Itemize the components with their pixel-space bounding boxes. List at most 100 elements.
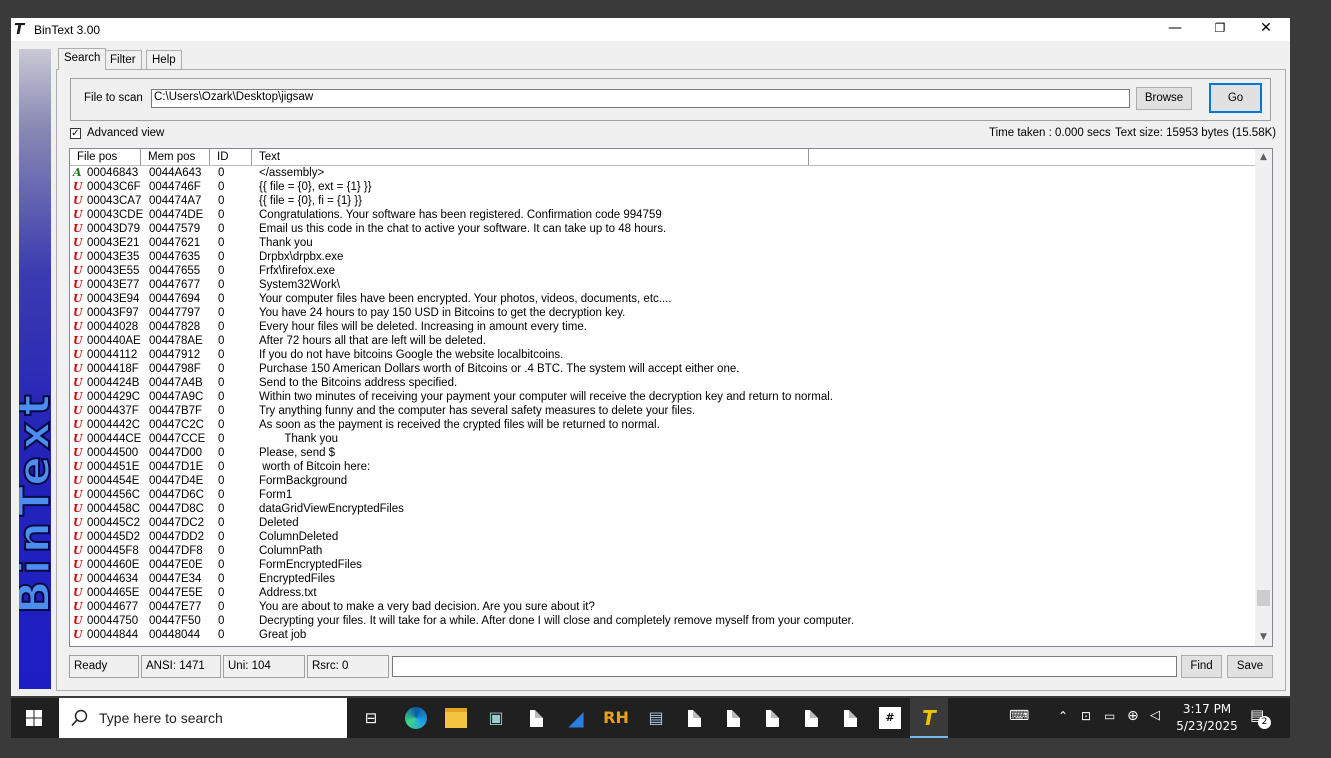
- table-row[interactable]: U 00043C6F 0044746F 0 {{ file = {0}, ext = {…: [70, 180, 1255, 194]
- strings-list[interactable]: File pos Mem pos ID Text A 00046843 0044A6…: [69, 148, 1273, 647]
- edge-browser-icon[interactable]: [397, 698, 435, 738]
- save-button[interactable]: Save: [1227, 655, 1273, 678]
- find-input[interactable]: [392, 656, 1177, 677]
- taskbar-search-box[interactable]: Type here to search: [59, 698, 347, 738]
- file-explorer-icon[interactable]: [437, 698, 475, 738]
- row-type-icon: U: [73, 474, 83, 487]
- table-row[interactable]: U 00043CA7 004474A7 0 {{ file = {0}, fi = {1…: [70, 194, 1255, 208]
- time-taken-label: Time taken : 0.000 secs: [989, 127, 1111, 139]
- table-row[interactable]: U 000445F8 00447DF8 0 ColumnPath: [70, 544, 1255, 558]
- table-row[interactable]: U 00043E55 00447655 0 Frfx\firefox.exe: [70, 264, 1255, 278]
- vertical-scrollbar[interactable]: ▲ ▼: [1255, 149, 1272, 646]
- mem-pos-cell: 0044A643: [149, 167, 202, 179]
- close-button[interactable]: ✕: [1243, 18, 1289, 41]
- text-cell: Email us this code in the chat to active…: [259, 223, 667, 235]
- touch-keyboard-icon[interactable]: ⌨: [1009, 708, 1029, 724]
- bintext-taskbar-icon[interactable]: T: [910, 698, 948, 738]
- table-row[interactable]: U 00043E77 00447677 0 System32Work\: [70, 278, 1255, 292]
- document-icon[interactable]: [753, 698, 791, 738]
- table-row[interactable]: U 00043E35 00447635 0 Drpbx\drpbx.exe: [70, 250, 1255, 264]
- task-view-icon[interactable]: ⊟: [352, 698, 390, 738]
- table-row[interactable]: U 000445C2 00447DC2 0 Deleted: [70, 516, 1255, 530]
- start-button[interactable]: [15, 698, 53, 738]
- column-header-mem-pos[interactable]: Mem pos: [141, 149, 210, 165]
- advanced-view-checkbox[interactable]: ✓: [70, 128, 81, 139]
- network-tool-icon[interactable]: ▣: [477, 698, 515, 738]
- table-row[interactable]: U 00044500 00447D00 0 Please, send $: [70, 446, 1255, 460]
- clock[interactable]: 3:17 PM 5/23/2025: [1176, 702, 1238, 733]
- table-row[interactable]: U 0004442C 00447C2C 0 As soon as the payment…: [70, 418, 1255, 432]
- column-header-file-pos[interactable]: File pos: [70, 149, 141, 165]
- column-header-text[interactable]: Text: [252, 149, 809, 165]
- mem-pos-cell: 00447E34: [149, 573, 202, 585]
- table-row[interactable]: U 0004456C 00447D6C 0 Form1: [70, 488, 1255, 502]
- file-pos-cell: 0004451E: [87, 461, 140, 473]
- document-icon[interactable]: [831, 698, 869, 738]
- mem-pos-cell: 00447D00: [149, 447, 203, 459]
- restore-button[interactable]: ❐: [1197, 18, 1243, 41]
- tab-search[interactable]: Search: [58, 48, 107, 70]
- image-app-icon[interactable]: ▤: [637, 698, 675, 738]
- table-row[interactable]: U 0004465E 00447E5E 0 Address.txt: [70, 586, 1255, 600]
- scroll-up-arrow-icon[interactable]: ▲: [1255, 149, 1272, 166]
- volume-muted-icon[interactable]: ◁: [1150, 708, 1160, 723]
- table-row[interactable]: U 00043CDE 004474DE 0 Congratulations. Your …: [70, 208, 1255, 222]
- wireshark-icon[interactable]: ◢: [557, 698, 595, 738]
- scroll-thumb[interactable]: [1257, 590, 1270, 606]
- table-row[interactable]: U 0004429C 00447A9C 0 Within two minutes of …: [70, 390, 1255, 404]
- go-button[interactable]: Go: [1209, 83, 1262, 113]
- document-icon[interactable]: [675, 698, 713, 738]
- column-header-id[interactable]: ID: [210, 149, 252, 165]
- table-row[interactable]: U 0004437F 00447B7F 0 Try anything funny and…: [70, 404, 1255, 418]
- table-row[interactable]: U 00043E21 00447621 0 Thank you: [70, 236, 1255, 250]
- meet-now-icon[interactable]: ⊡: [1081, 709, 1091, 723]
- hash-tool-glyph: #: [879, 707, 901, 729]
- table-row[interactable]: U 00044677 00447E77 0 You are about to make …: [70, 600, 1255, 614]
- table-row[interactable]: U 00043D79 00447579 0 Email us this code in …: [70, 222, 1255, 236]
- table-row[interactable]: U 000445D2 00447DD2 0 ColumnDeleted: [70, 530, 1255, 544]
- file-pos-cell: 0004458C: [87, 503, 141, 515]
- table-row[interactable]: U 0004454E 00447D4E 0 FormBackground: [70, 474, 1255, 488]
- table-row[interactable]: U 0004460E 00447E0E 0 FormEncryptedFiles: [70, 558, 1255, 572]
- table-row[interactable]: U 000440AE 004478AE 0 After 72 hours all tha…: [70, 334, 1255, 348]
- show-hidden-icons-chevron-icon[interactable]: ⌃: [1058, 709, 1068, 723]
- mem-pos-cell: 00447DD2: [149, 531, 204, 543]
- notification-center-icon[interactable]: ▤ 2: [1250, 706, 1271, 729]
- minimize-button[interactable]: —: [1152, 18, 1198, 41]
- table-row[interactable]: U 0004451E 00447D1E 0 worth of Bitcoin here…: [70, 460, 1255, 474]
- table-row[interactable]: U 00043E94 00447694 0 Your computer files ha…: [70, 292, 1255, 306]
- table-row[interactable]: U 00043F97 00447797 0 You have 24 hours to p…: [70, 306, 1255, 320]
- file-to-scan-label: File to scan: [84, 92, 143, 104]
- document-icon[interactable]: [714, 698, 752, 738]
- row-type-icon: U: [73, 418, 83, 431]
- browse-button[interactable]: Browse: [1136, 87, 1192, 110]
- document-icon[interactable]: [517, 698, 555, 738]
- battery-icon[interactable]: ▭: [1104, 709, 1115, 723]
- table-row[interactable]: U 00044634 00447E34 0 EncryptedFiles: [70, 572, 1255, 586]
- search-icon: [71, 709, 88, 727]
- scroll-down-arrow-icon[interactable]: ▼: [1255, 629, 1272, 646]
- row-type-icon: U: [73, 264, 83, 277]
- resource-hacker-icon[interactable]: RH: [597, 698, 635, 738]
- id-cell: 0: [218, 419, 225, 431]
- table-row[interactable]: U 0004458C 00447D8C 0 dataGridViewEncryptedF…: [70, 502, 1255, 516]
- table-row[interactable]: U 0004424B 00447A4B 0 Send to the Bitcoins a…: [70, 376, 1255, 390]
- tab-help[interactable]: Help: [146, 50, 182, 69]
- table-row[interactable]: U 00044112 00447912 0 If you do not have bit…: [70, 348, 1255, 362]
- id-cell: 0: [218, 307, 225, 319]
- title-bar[interactable]: T BinText 3.00 — ❐ ✕: [11, 18, 1290, 41]
- document-icon[interactable]: [792, 698, 830, 738]
- table-row[interactable]: U 000444CE 00447CCE 0 Thank you: [70, 432, 1255, 446]
- find-button[interactable]: Find: [1181, 655, 1222, 678]
- table-row[interactable]: A 00046843 0044A643 0 </assembly>: [70, 166, 1255, 180]
- table-row[interactable]: U 00044844 00448044 0 Great job: [70, 628, 1255, 642]
- table-row[interactable]: U 00044750 00447F50 0 Decrypting your files.…: [70, 614, 1255, 628]
- text-cell: FormEncryptedFiles: [259, 559, 362, 571]
- hash-tool-icon[interactable]: #: [871, 698, 909, 738]
- tab-filter[interactable]: Filter: [104, 50, 142, 69]
- table-row[interactable]: U 00044028 00447828 0 Every hour files will …: [70, 320, 1255, 334]
- file-path-input[interactable]: C:\Users\Ozark\Desktop\jigsaw: [151, 89, 1130, 108]
- table-row[interactable]: U 0004418F 0044798F 0 Purchase 150 American …: [70, 362, 1255, 376]
- mem-pos-cell: 00447B7F: [149, 405, 203, 417]
- network-globe-icon[interactable]: ⊕: [1127, 708, 1139, 724]
